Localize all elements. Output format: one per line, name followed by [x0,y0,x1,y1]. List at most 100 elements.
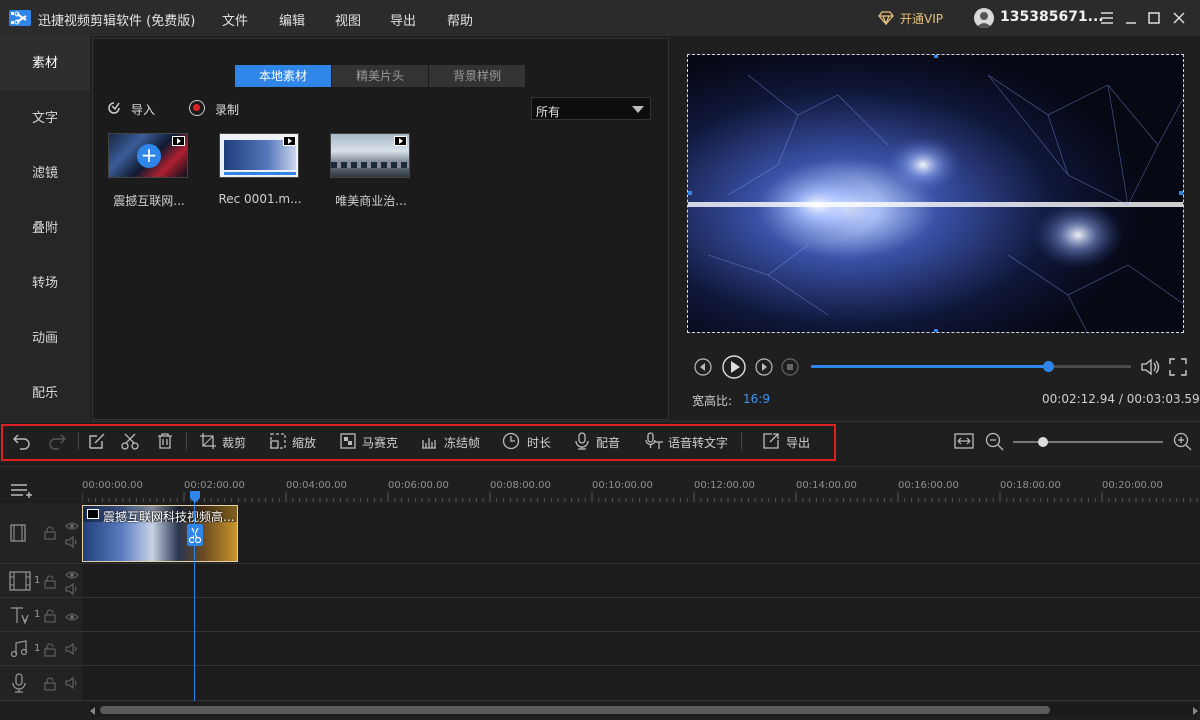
lock-icon[interactable] [44,643,56,660]
tab-background[interactable]: 背景样例 [429,65,525,87]
eye-icon[interactable] [65,569,79,583]
previous-frame-icon[interactable] [694,358,712,379]
record-icon[interactable] [189,100,205,116]
split-scissors-icon[interactable] [187,524,203,546]
speaker-icon[interactable] [65,535,79,551]
video-badge-icon [394,136,407,146]
zoom-in-icon[interactable] [1173,432,1193,455]
total-time: 00:03:03.59 [1126,392,1200,406]
media-item-label: 唯美商业治... [335,194,407,208]
speech-to-text-button[interactable]: 语音转文字 [668,434,728,451]
menu-export[interactable]: 导出 [390,10,416,29]
next-frame-icon[interactable] [755,358,773,379]
hamburger-menu-icon[interactable] [1098,9,1116,27]
playback-progress-knob[interactable] [1042,361,1054,372]
menu-file[interactable]: 文件 [222,10,248,29]
timeline-ruler[interactable]: 00:00:00.00 00:02:00.00 00:04:00.00 00:06:0… [82,472,1200,502]
zoom-out-icon[interactable] [985,432,1005,455]
redo-icon[interactable] [47,432,67,453]
track-area[interactable] [82,503,1200,701]
fit-timeline-icon[interactable] [954,432,974,453]
lock-icon[interactable] [44,526,56,543]
menu-edit[interactable]: 编辑 [279,10,305,29]
nav-item-animation[interactable]: 动画 [0,311,90,366]
avatar[interactable] [974,8,994,28]
speech-to-text-icon[interactable] [644,432,664,453]
add-track-icon[interactable] [10,481,34,502]
clock-icon[interactable] [502,432,520,453]
scissors-icon[interactable] [121,432,139,453]
trash-icon[interactable] [156,432,174,453]
tab-local-material[interactable]: 本地素材 [235,65,331,87]
mosaic-icon[interactable] [339,432,357,453]
aspect-ratio-value[interactable]: 16:9 [743,392,770,406]
dub-button[interactable]: 配音 [596,434,620,451]
duration-button[interactable]: 时长 [527,434,551,451]
export-icon[interactable] [762,432,780,453]
divider [78,432,79,450]
media-item[interactable]: + 震撼互联网... [108,133,190,209]
speaker-icon[interactable] [65,676,79,692]
import-icon[interactable] [105,99,123,120]
microphone-icon[interactable] [573,432,591,453]
scale-icon[interactable] [269,432,287,453]
volume-icon[interactable] [1140,357,1162,380]
divider [0,597,1200,598]
freeze-frame-button[interactable]: 冻结帧 [444,434,480,451]
playhead-handle[interactable] [189,490,201,507]
vip-button[interactable]: 开通VIP [900,10,943,27]
media-item[interactable]: 唯美商业治... [330,133,412,209]
freeze-frame-icon[interactable] [420,432,438,453]
timeline-zoom-knob[interactable] [1038,437,1048,447]
lock-icon[interactable] [44,677,56,694]
scroll-right-icon[interactable] [1193,707,1198,715]
media-item[interactable]: Rec 0001.m... [218,133,302,206]
chevron-down-icon [632,106,644,113]
timeline-scrollbar[interactable] [90,703,1198,717]
playback-progress-bar[interactable] [811,361,1131,372]
nav-item-filter[interactable]: 滤镜 [0,146,90,201]
undo-icon[interactable] [12,432,32,453]
nav-item-text[interactable]: 文字 [0,91,90,146]
clip-title: 震撼互联网科技视频高... [103,510,235,524]
menu-help[interactable]: 帮助 [447,10,473,29]
eye-icon[interactable] [65,611,79,625]
speaker-icon[interactable] [65,642,79,658]
mosaic-button[interactable]: 马赛克 [362,434,398,451]
diamond-icon[interactable] [878,11,894,28]
import-button[interactable]: 导入 [131,101,155,118]
menu-view[interactable]: 视图 [335,10,361,29]
timeline-clip[interactable]: 震撼互联网科技视频高... [82,505,238,562]
time-display: 00:02:12.94 / 00:03:03.59 [1042,392,1200,406]
fullscreen-icon[interactable] [1168,357,1188,380]
nav-item-material[interactable]: 素材 [0,36,90,91]
speaker-icon[interactable] [65,582,79,598]
video-preview[interactable] [687,54,1184,333]
scroll-left-icon[interactable] [90,707,95,715]
scrollbar-thumb[interactable] [100,706,1050,714]
maximize-icon[interactable] [1145,9,1163,27]
crop-button[interactable]: 裁剪 [222,434,246,451]
edit-icon[interactable] [88,432,106,453]
nav-item-overlay[interactable]: 叠附 [0,201,90,256]
crop-icon[interactable] [199,432,217,453]
nav-item-music[interactable]: 配乐 [0,366,90,421]
username[interactable]: 135385671... [1000,9,1104,25]
playhead[interactable] [194,495,195,701]
nav-item-transition[interactable]: 转场 [0,256,90,311]
record-button[interactable]: 录制 [215,101,239,118]
tab-intro[interactable]: 精美片头 [332,65,428,87]
video-track-icon [10,524,26,545]
close-icon[interactable] [1170,9,1188,27]
eye-icon[interactable] [65,520,79,534]
scale-button[interactable]: 缩放 [292,434,316,451]
timeline-zoom-slider[interactable] [1013,437,1163,447]
lock-icon[interactable] [44,575,56,592]
lock-icon[interactable] [44,609,56,626]
stop-icon[interactable] [781,358,799,379]
play-button[interactable] [722,355,746,382]
export-button[interactable]: 导出 [786,434,810,451]
minimize-icon[interactable] [1122,9,1140,27]
add-icon[interactable]: + [137,144,161,168]
filter-select[interactable]: 所有 [531,97,651,120]
